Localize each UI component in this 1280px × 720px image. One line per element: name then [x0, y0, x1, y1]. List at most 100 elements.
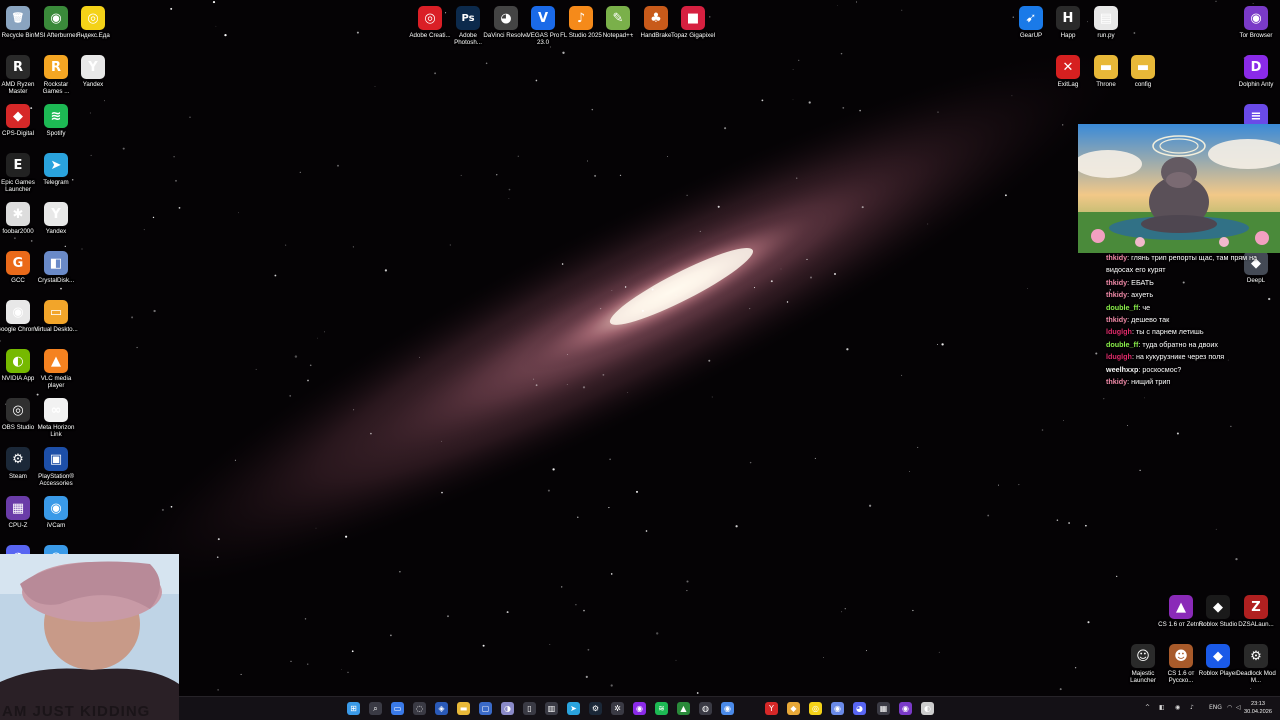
gcc-icon: G [6, 251, 30, 275]
davinci-icon: ◕ [494, 6, 518, 30]
desktop-shortcut[interactable]: ⚙ Deadlock Mod M... [1233, 641, 1279, 684]
chat-message: double_ff: туда обратно на двоих [1106, 339, 1218, 349]
app-icon[interactable]: ◎ [809, 702, 822, 715]
wifi-icon[interactable]: ◠ [1227, 704, 1232, 711]
chrome-icon: ◉ [6, 300, 30, 324]
vlc-icon: ▲ [44, 349, 68, 373]
chatgpt-icon[interactable]: ✲ [611, 702, 624, 715]
desktop-shortcut[interactable]: D Dolphin Anty [1233, 52, 1279, 88]
discord-icon[interactable]: ◕ [853, 702, 866, 715]
desktop-shortcut-label: Deadlock Mod M... [1236, 670, 1276, 685]
desktop-shortcut[interactable]: ◧ CrystalDisk... [33, 248, 79, 284]
chat-text: туда обратно на двоих [1142, 339, 1218, 349]
chat-text: нищий трип [1131, 377, 1171, 387]
app-icon[interactable]: ▲ [677, 702, 690, 715]
tray-overflow-chevron-icon[interactable]: ^ [1145, 704, 1150, 711]
obs-icon: ◎ [6, 398, 30, 422]
amd-ryzen-icon: R [6, 55, 30, 79]
desktop-shortcut[interactable]: ➤ Telegram [33, 150, 79, 186]
desktop-shortcut-label: config [1134, 81, 1152, 88]
desktop-shortcut-label: PlayStation® Accessories [38, 473, 74, 488]
app-icon[interactable]: ◌ [413, 702, 426, 715]
app-icon[interactable]: ▯ [523, 702, 536, 715]
app-icon[interactable]: ◉ [831, 702, 844, 715]
chat-username: double_ff [1106, 339, 1139, 349]
app-icon[interactable]: ◑ [501, 702, 514, 715]
webcam-feed: AM JUST KIDDING [0, 554, 179, 720]
tray-app-icon[interactable]: ◉ [1175, 704, 1180, 711]
desktop-wallpaper [0, 0, 1280, 720]
app-icon[interactable]: ◉ [633, 702, 646, 715]
chat-username: weelhxxp [1106, 364, 1139, 374]
desktop-shortcut[interactable]: ∞ Meta Horizon Link [33, 395, 79, 438]
chat-text: ты с парнем летишь [1135, 327, 1204, 337]
telegram-icon: ➤ [44, 153, 68, 177]
desktop-shortcut-label: Tor Browser [1239, 32, 1273, 39]
chat-text: дешево так [1131, 315, 1170, 325]
clock[interactable]: 23:13 30.04.2026 [1241, 700, 1275, 716]
foobar-icon: ✱ [6, 202, 30, 226]
desktop-shortcut[interactable]: ▣ PlayStation® Accessories [33, 444, 79, 487]
desktop-shortcut[interactable]: Y Yandex [70, 52, 116, 88]
handbrake-icon: ♣ [644, 6, 668, 30]
start-icon[interactable]: ⊞ [347, 702, 360, 715]
ivcam-icon: ◉ [44, 496, 68, 520]
chat-username: thkidy [1106, 277, 1128, 287]
tray-app-icon[interactable]: ♪ [1190, 704, 1194, 711]
app-icon[interactable]: ▦ [877, 702, 890, 715]
folder-icon[interactable]: ▬ [457, 702, 470, 715]
chat-message: lduglgh: на кукурузнике через поля [1106, 352, 1225, 362]
cps-digital-icon: ◆ [6, 104, 30, 128]
chat-text: че [1142, 302, 1151, 312]
desktop-shortcut[interactable]: Y Yandex [33, 199, 79, 235]
desktop-shortcut[interactable]: ◉ iVCam [33, 493, 79, 529]
cs16-icon: ▲ [1169, 595, 1193, 619]
telegram-icon[interactable]: ➤ [567, 702, 580, 715]
desktop-shortcut-label: Telegram [43, 179, 69, 186]
chat-username: lduglgh [1106, 352, 1132, 362]
app-icon[interactable]: ◍ [699, 702, 712, 715]
roblox-player-icon: ◆ [1206, 644, 1230, 668]
desktop-shortcut[interactable]: ▬ config [1120, 52, 1166, 88]
folder-icon: ▬ [1131, 55, 1155, 79]
desktop-shortcut[interactable]: Z DZSALaun... [1233, 592, 1279, 628]
cs16-ru-icon: ☻ [1169, 644, 1193, 668]
python-file-icon: ▤ [1094, 6, 1118, 30]
app-icon[interactable]: ▥ [545, 702, 558, 715]
tor-browser-icon[interactable]: ◉ [899, 702, 912, 715]
desktop-shortcut[interactable]: ▤ run.py [1083, 3, 1129, 39]
cpuz-icon: ▦ [6, 496, 30, 520]
tor-browser-icon: ◉ [1244, 6, 1268, 30]
chat-username: double_ff [1106, 302, 1139, 312]
desktop-shortcut[interactable]: ≋ Spotify [33, 101, 79, 137]
desktop-shortcut[interactable]: ◉ Tor Browser [1233, 3, 1279, 39]
chat-username: thkidy [1106, 253, 1128, 262]
steam-icon[interactable]: ⚙ [589, 702, 602, 715]
spotify-icon[interactable]: ≋ [655, 702, 668, 715]
majestic-icon: ☺ [1131, 644, 1155, 668]
desktop-shortcut-label: DZSALaun... [1238, 621, 1274, 628]
epic-games-icon: E [6, 153, 30, 177]
tray-app-icon[interactable]: ◧ [1159, 704, 1165, 711]
desktop-shortcut-label: CrystalDisk... [37, 277, 75, 284]
desktop-shortcut[interactable]: ▲ VLC media player [33, 346, 79, 389]
desktop-shortcut[interactable]: ■ Topaz Gigapixel [670, 3, 716, 39]
file-explorer-icon[interactable]: ▭ [391, 702, 404, 715]
steam-icon: ⚙ [6, 447, 30, 471]
yandex-browser-icon[interactable]: Y [765, 702, 778, 715]
app-icon[interactable]: ▢ [479, 702, 492, 715]
chat-message: thkidy: ахуеть [1106, 290, 1154, 300]
chat-message: thkidy: нищий трип [1106, 377, 1171, 387]
volume-icon[interactable]: ◁ [1236, 704, 1241, 711]
desktop-shortcut[interactable]: ▭ Virtual Deskto... [33, 297, 79, 333]
chrome-icon[interactable]: ◉ [721, 702, 734, 715]
search-icon[interactable]: ⌕ [369, 702, 382, 715]
app-icon[interactable]: ◈ [435, 702, 448, 715]
meta-icon: ∞ [44, 398, 68, 422]
app-icon[interactable]: ◆ [787, 702, 800, 715]
language-indicator[interactable]: ENG [1209, 704, 1222, 711]
desktop-shortcut-label: Topaz Gigapixel [670, 32, 716, 39]
desktop-shortcut[interactable]: ◎ Яндекс.Еда [70, 3, 116, 39]
virtual-desktop-icon: ▭ [44, 300, 68, 324]
app-icon[interactable]: ◐ [921, 702, 934, 715]
